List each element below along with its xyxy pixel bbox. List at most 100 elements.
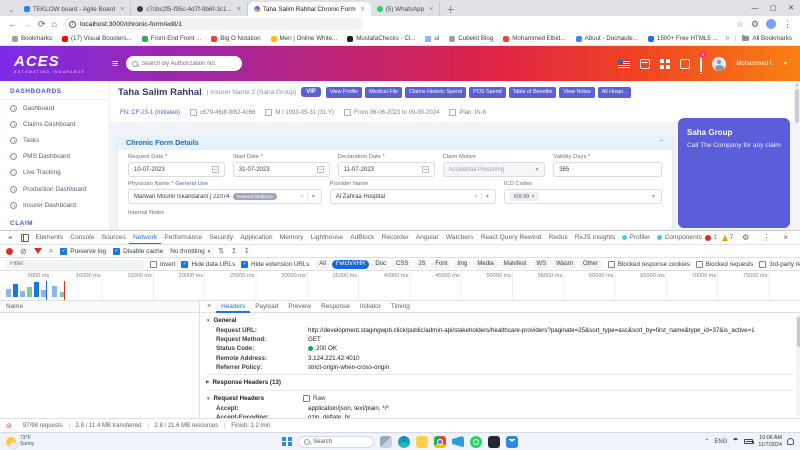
physician-select[interactable]: Marwan Mounir Iskandarani | 22074 Genera… — [128, 189, 322, 204]
maximize-button[interactable]: ▢ — [764, 0, 782, 16]
detail-tab[interactable]: Payload — [250, 301, 283, 313]
start-date-input[interactable]: 31-07-2023 — [233, 162, 330, 177]
bookmark-item[interactable]: Men | Online White... — [267, 35, 342, 42]
collapse-chevron-icon[interactable]: ⌃ — [659, 139, 664, 146]
browser-tab[interactable]: Taha Salim Rahhal Chronic Form × — [248, 2, 371, 16]
fullscreen-icon[interactable] — [680, 59, 690, 69]
devtools-tab[interactable]: Application — [237, 231, 276, 245]
devtools-tab[interactable]: Memory — [276, 231, 307, 245]
home-icon[interactable]: ⌂ — [52, 20, 57, 29]
network-filter-input[interactable] — [10, 261, 140, 267]
app-logo[interactable]: ACES AUTOMATING INSURANCE — [0, 54, 110, 74]
detail-tab[interactable]: Headers — [216, 301, 250, 313]
user-menu-chevron-icon[interactable]: ▼ — [783, 61, 788, 67]
language-indicator[interactable]: ENG — [714, 439, 727, 445]
bookmark-item[interactable]: Bookmarks — [8, 35, 56, 42]
request-type-pill[interactable]: Font — [431, 260, 451, 269]
weather-widget[interactable]: 73°F Sunny — [6, 436, 34, 448]
notification-center-icon[interactable] — [787, 438, 794, 445]
requests-name-column-header[interactable]: Name — [0, 301, 199, 313]
detail-scrollbar[interactable] — [796, 315, 800, 415]
detail-tab[interactable]: Timing — [386, 301, 415, 313]
browser-tab[interactable]: (5) WhatsApp × — [371, 2, 441, 16]
icd-codes-select[interactable]: I09.99× ▼ — [504, 189, 662, 204]
profile-avatar[interactable] — [766, 19, 776, 29]
devtools-tab[interactable]: Redux — [545, 231, 571, 245]
page-scrollbar[interactable]: ▲ — [794, 81, 800, 230]
network-filter-input-box[interactable] — [6, 260, 144, 269]
bookmark-item[interactable]: MustafaChecks - Cl... — [343, 35, 419, 42]
sidebar-item[interactable]: Claims Dashboard — [0, 116, 109, 132]
clock[interactable]: 10:06 AM 11/7/2024 — [758, 435, 782, 448]
devtools-settings-icon[interactable]: ⚙ — [738, 233, 753, 242]
tab-close-icon[interactable]: × — [359, 6, 365, 13]
sidebar-item[interactable]: Tasks — [0, 132, 109, 148]
sidebar-item[interactable]: Dashboard — [0, 100, 109, 116]
validity-days-input[interactable]: 365 — [553, 162, 662, 177]
devtools-tab[interactable]: Performance — [161, 231, 206, 245]
back-icon[interactable]: ← — [8, 20, 17, 29]
notifications-button[interactable]: 3 — [700, 55, 702, 73]
bookmark-item[interactable]: ui — [421, 35, 443, 42]
request-type-pill[interactable]: Other — [579, 260, 602, 269]
export-har-icon[interactable]: ↧ — [244, 247, 250, 255]
bookmark-item[interactable]: Front-End Front ... — [138, 35, 206, 42]
request-type-pill[interactable]: CSS — [392, 260, 412, 269]
file-explorer-icon[interactable] — [416, 436, 428, 448]
invert-checkbox[interactable]: ✓Invert — [150, 261, 175, 268]
provider-select[interactable]: Al Zahraa Hospital × ▼ — [330, 189, 496, 204]
network-search-icon[interactable]: ⌕ — [49, 246, 53, 256]
patient-action-button[interactable]: POS Spend — [469, 87, 505, 98]
battery-icon[interactable] — [744, 439, 753, 444]
record-icon[interactable] — [6, 248, 13, 255]
language-flag-icon[interactable] — [618, 60, 630, 68]
declaration-date-input[interactable]: 11-07-2023 — [338, 162, 435, 177]
bookmark-item[interactable]: Cubekit Blog — [445, 35, 497, 42]
bookmark-item[interactable]: Mohammed Elbid... — [499, 35, 569, 42]
close-button[interactable]: ✕ — [782, 0, 800, 16]
user-avatar[interactable] — [712, 57, 726, 71]
apps-grid-icon[interactable] — [660, 59, 670, 69]
sidebar-item[interactable]: Insurer Dashboard — [0, 197, 109, 213]
hide-extension-urls-checkbox[interactable]: ✓Hide extension URLs — [241, 261, 309, 268]
clear-icon[interactable]: × — [474, 193, 478, 200]
network-overview-timeline[interactable]: 5000 ms10000 ms15000 ms20000 ms25000 ms3… — [0, 271, 800, 301]
warning-badge[interactable]: 7 — [722, 235, 733, 241]
devtools-tab[interactable]: Watchers — [442, 231, 477, 245]
clear-icon[interactable]: × — [300, 193, 304, 200]
browser-menu-icon[interactable]: ⋮ — [783, 20, 792, 29]
vscode-icon[interactable] — [452, 436, 464, 448]
user-name[interactable]: Mohammed I. — [736, 61, 773, 67]
error-badge[interactable]: 1 — [705, 235, 716, 241]
calendar-icon[interactable] — [212, 166, 219, 173]
clear-network-log-icon[interactable]: ⊘ — [20, 247, 27, 256]
blocked-requests-checkbox[interactable]: ✓Blocked requests — [696, 261, 753, 268]
request-type-pill[interactable]: JS — [414, 260, 429, 269]
devtools-close-icon[interactable]: × — [779, 233, 792, 242]
blocked-cookies-checkbox[interactable]: ✓Blocked response cookies — [608, 261, 690, 268]
patient-action-button[interactable]: All Hospi... — [598, 87, 632, 98]
bookmark-item[interactable]: (17) Visual Boosters... — [58, 35, 136, 42]
general-section-header[interactable]: ▼General — [206, 315, 794, 326]
patient-action-button[interactable]: Medical File — [365, 87, 402, 98]
menu-toggle-icon[interactable]: ≡ — [112, 58, 118, 70]
tab-close-icon[interactable]: × — [235, 6, 241, 13]
calendar-icon[interactable] — [640, 59, 650, 69]
devtools-tab[interactable]: AdBlock — [347, 231, 378, 245]
inspect-element-icon[interactable]: ⌖ — [4, 233, 17, 243]
authorization-search-input[interactable] — [141, 61, 236, 67]
hide-data-urls-checkbox[interactable]: ✓Hide data URLs — [181, 261, 235, 268]
third-party-checkbox[interactable]: ✓3rd-party requests — [759, 261, 800, 268]
whatsapp-icon[interactable] — [470, 436, 482, 448]
detail-tab[interactable]: Response — [316, 301, 355, 313]
tab-close-icon[interactable]: × — [427, 6, 433, 13]
bookmark-star-icon[interactable]: ☆ — [737, 20, 744, 29]
network-conditions-icon[interactable]: ⇅ — [218, 247, 224, 255]
response-headers-section-header[interactable]: ▶Response Headers (13) — [206, 377, 794, 388]
detail-tab[interactable]: Initiator — [355, 301, 386, 313]
taskbar-search[interactable]: Search — [298, 436, 374, 448]
edge-icon[interactable] — [398, 436, 410, 448]
claim-motive-select[interactable]: Accidental Poisoning ▼ — [443, 162, 546, 177]
request-type-pill[interactable]: Img — [453, 260, 471, 269]
task-view-icon[interactable] — [380, 436, 392, 448]
